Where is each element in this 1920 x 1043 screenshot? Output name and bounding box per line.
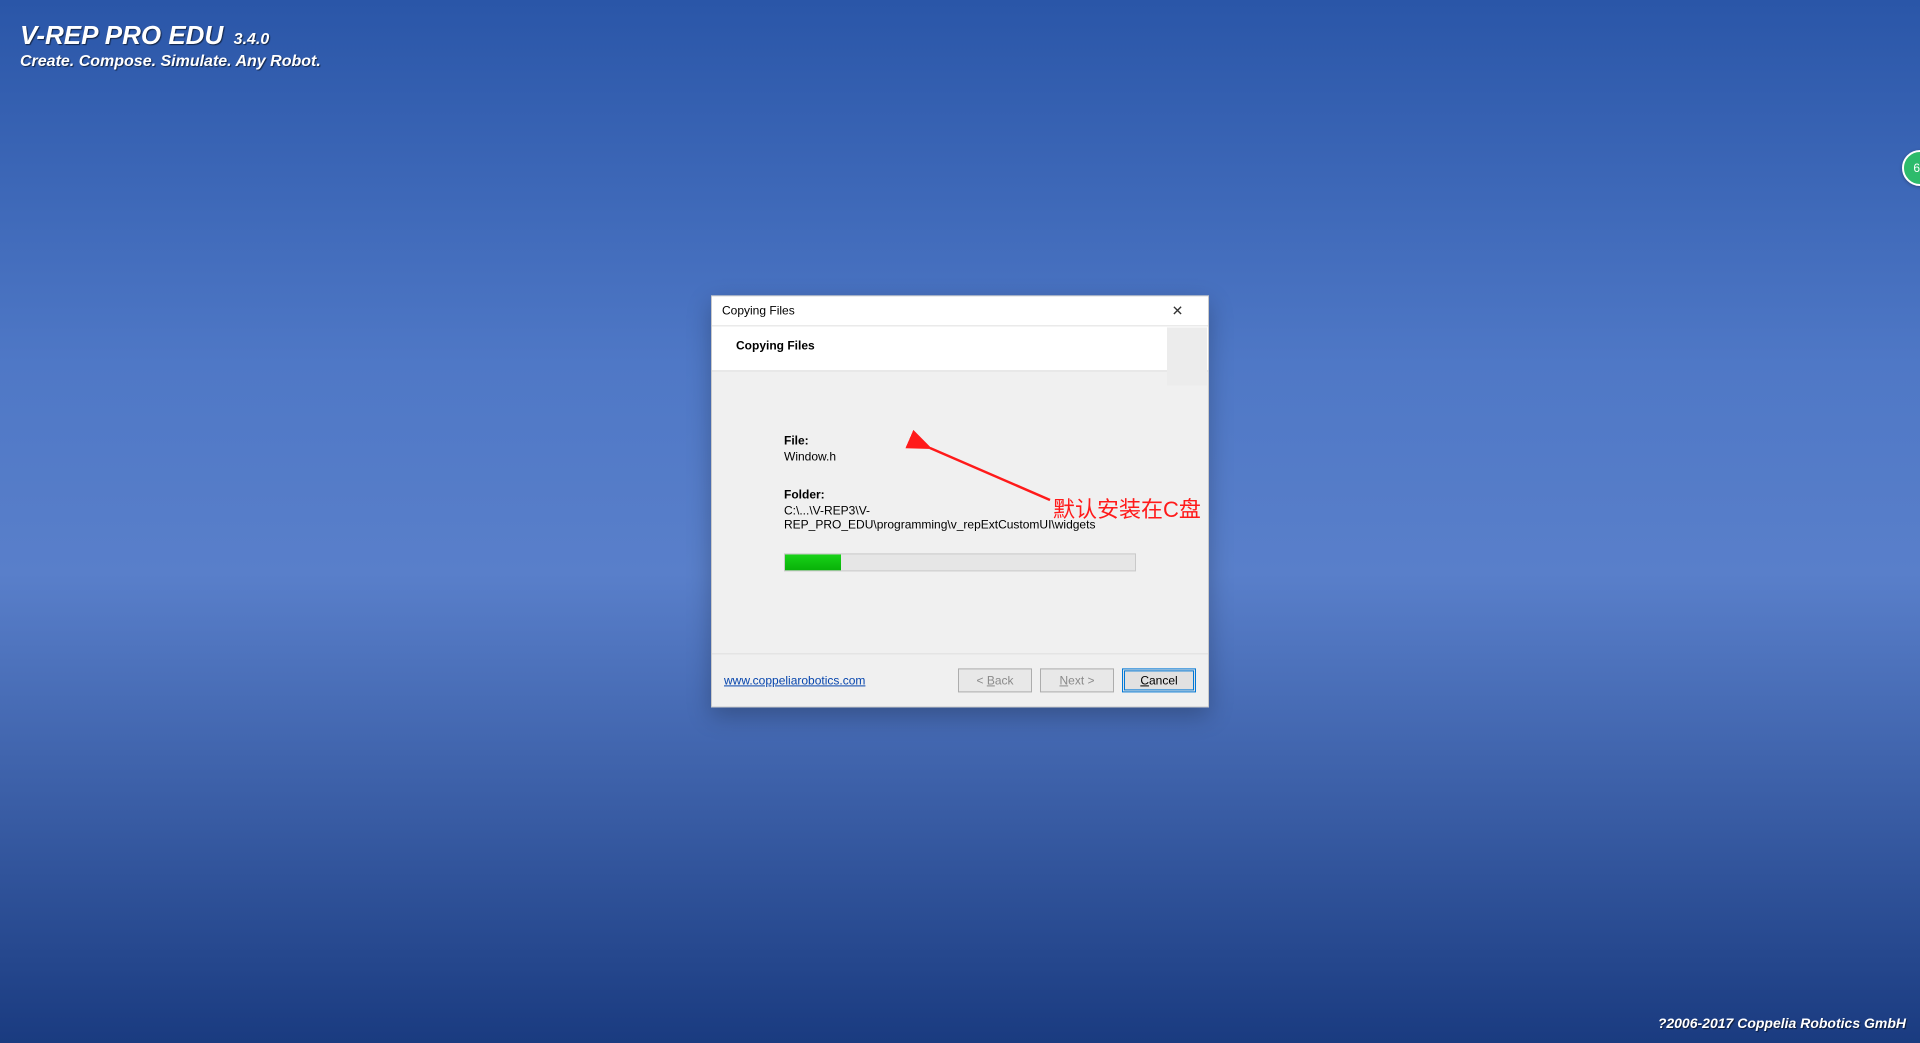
next-button-label: Next > [1059,673,1094,687]
back-button: < Back [958,668,1032,692]
copyright-text: ?2006-2017 Coppelia Robotics GmbH [1658,1015,1906,1031]
vendor-link[interactable]: www.coppeliarobotics.com [724,673,865,687]
progress-bar [784,553,1136,571]
annotation-text: 默认安装在C盘 [1053,492,1201,524]
brand-version: 3.4.0 [234,31,270,49]
brand-title: V-REP PRO EDU [20,20,223,51]
header-side-graphic [1167,327,1207,385]
back-button-label: < Back [976,673,1013,687]
window-title: Copying Files [722,303,1155,317]
dialog-heading: Copying Files [736,338,1190,352]
dialog-header: Copying Files [712,326,1208,370]
file-label: File: [784,433,1136,447]
brand-tagline: Create. Compose. Simulate. Any Robot. [20,53,321,71]
dialog-footer: www.coppeliarobotics.com < Back Next > C… [712,654,1208,706]
file-value: Window.h [784,449,1136,463]
next-button: Next > [1040,668,1114,692]
cancel-button-label: Cancel [1140,673,1177,687]
titlebar[interactable]: Copying Files ✕ [712,296,1208,326]
progress-bar-fill [785,554,841,570]
cancel-button[interactable]: Cancel [1122,668,1196,692]
close-button[interactable]: ✕ [1155,299,1200,321]
brand-block: V-REP PRO EDU 3.4.0 Create. Compose. Sim… [20,20,321,71]
close-icon: ✕ [1172,302,1184,319]
